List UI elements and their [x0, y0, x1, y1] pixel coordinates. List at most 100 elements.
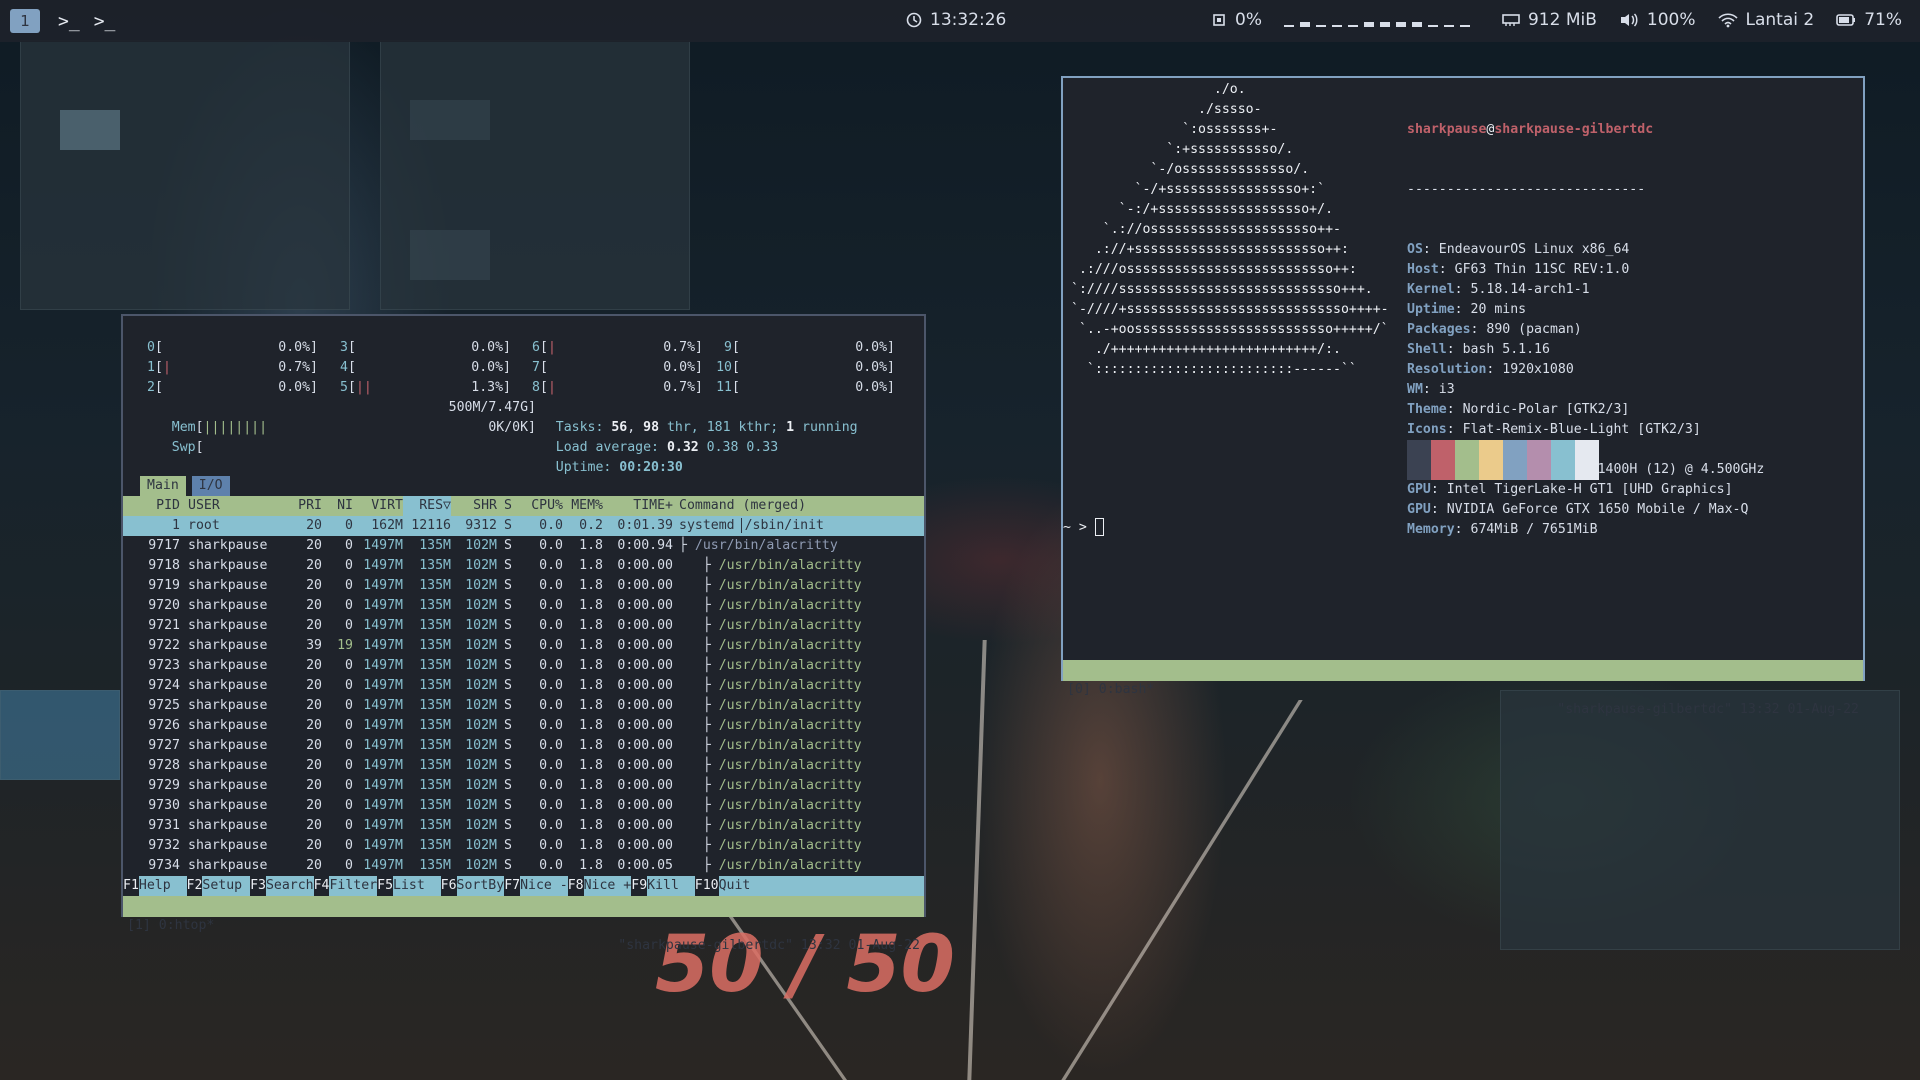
cell-virt: 1497M: [363, 798, 403, 813]
cell-shr: 102M: [465, 738, 497, 753]
cell-command: ├ /usr/bin/alacritty: [679, 678, 862, 693]
info-packages: Packages: 890 (pacman): [1407, 322, 1582, 337]
user-host: sharkpause@sharkpause-gilbertdc: [1407, 122, 1654, 137]
cpu-meter: 1[| 0.7%]: [133, 358, 318, 378]
fkey-f4[interactable]: F4 Filter: [313, 876, 378, 896]
col-state[interactable]: S: [504, 496, 516, 516]
cell-pid: 9727: [148, 738, 180, 753]
fkey-f10[interactable]: F10 Quit: [694, 876, 767, 896]
table-row[interactable]: 9734 sharkpause 20 0 1497M 135M 102M S 0.0 1.8 0:0…: [123, 856, 924, 876]
table-row[interactable]: 9720 sharkpause 20 0 1497M 135M 102M S 0.0 1.8 0:0…: [123, 596, 924, 616]
col-mem[interactable]: MEM%: [565, 496, 603, 516]
col-time[interactable]: TIME+: [607, 496, 673, 516]
cpu-value: 0.7%]: [278, 360, 318, 375]
col-pid[interactable]: PID: [123, 496, 180, 516]
table-row[interactable]: 9717 sharkpause 20 0 1497M 135M 102M S 0.0 1.8 0:0…: [123, 536, 924, 556]
terminal-icon[interactable]: >_: [58, 11, 80, 32]
cell-mem: 1.8: [579, 598, 603, 613]
neofetch-window[interactable]: ./o. ./sssso- `:osssssss+- `:+ssssssssss…: [1061, 76, 1865, 717]
cell-res: 135M: [419, 818, 451, 833]
cell-command: ├ /usr/bin/alacritty: [679, 698, 862, 713]
fkey-f1[interactable]: F1 Help: [123, 876, 187, 896]
cpu-value: 0.0%]: [278, 380, 318, 395]
fkey-f8[interactable]: F8 Nice +: [567, 876, 632, 896]
fkey-code: F8: [567, 876, 584, 896]
mem-bar: ||||||||: [203, 420, 268, 435]
wifi-status[interactable]: Lantai 2: [1717, 10, 1814, 30]
fkey-f3[interactable]: F3 Search: [250, 876, 314, 896]
col-virt[interactable]: VIRT: [355, 496, 403, 516]
cell-virt: 1497M: [363, 858, 403, 873]
cell-res: 135M: [419, 558, 451, 573]
col-user[interactable]: USER: [188, 496, 288, 516]
table-row[interactable]: 9722 sharkpause 39 19 1497M 135M 102M S 0.0 1.8 0:…: [123, 636, 924, 656]
table-row[interactable]: 9731 sharkpause 20 0 1497M 135M 102M S 0.0 1.8 0:0…: [123, 816, 924, 836]
table-row[interactable]: 9730 sharkpause 20 0 1497M 135M 102M S 0.0 1.8 0:0…: [123, 796, 924, 816]
cell-shr: 102M: [465, 718, 497, 733]
cell-ni: 0: [345, 558, 353, 573]
table-row[interactable]: 9725 sharkpause 20 0 1497M 135M 102M S 0.0 1.8 0:0…: [123, 696, 924, 716]
tab-io[interactable]: I/O: [191, 476, 230, 496]
table-row[interactable]: 1 root 20 0 162M 12116 9312 S 0.0 0.2 0:01.39 syste…: [123, 516, 924, 536]
cell-pid: 9719: [148, 578, 180, 593]
table-row[interactable]: 9719 sharkpause 20 0 1497M 135M 102M S 0.0 1.8 0:0…: [123, 576, 924, 596]
cell-mem: 0.2: [579, 518, 603, 533]
info-theme: Theme: Nordic-Polar [GTK2/3]: [1407, 402, 1630, 417]
table-row[interactable]: 9732 sharkpause 20 0 1497M 135M 102M S 0.0 1.8 0:0…: [123, 836, 924, 856]
fkey-label: Setup: [202, 876, 251, 896]
table-row[interactable]: 9724 sharkpause 20 0 1497M 135M 102M S 0.0 1.8 0:0…: [123, 676, 924, 696]
cell-user: sharkpause: [188, 718, 268, 733]
info-kernel: Kernel: 5.18.14-arch1-1: [1407, 282, 1590, 297]
table-row[interactable]: 9726 sharkpause 20 0 1497M 135M 102M S 0.0 1.8 0:0…: [123, 716, 924, 736]
color-swatch: [1407, 440, 1431, 480]
cpu-id: 9: [724, 340, 732, 355]
tmux-host-time: "sharkpause-gilbertdc" 13:32 01-Aug-22: [1557, 702, 1859, 717]
col-command[interactable]: Command (merged): [679, 496, 806, 516]
htop-window[interactable]: 0[0.0%] 3[0.0%] 6[| 0.7%] 9[0.0%] 1[| 0.7%] 4[0…: [121, 314, 926, 953]
fkey-f6[interactable]: F6 SortBy: [440, 876, 505, 896]
cpu-icon: [1213, 14, 1225, 26]
cell-shr: 102M: [465, 778, 497, 793]
col-shr[interactable]: SHR: [453, 496, 497, 516]
volume-status[interactable]: 100%: [1619, 10, 1696, 30]
cell-cpu: 0.0: [539, 658, 563, 673]
table-row[interactable]: 9721 sharkpause 20 0 1497M 135M 102M S 0.0 1.8 0:0…: [123, 616, 924, 636]
table-row[interactable]: 9728 sharkpause 20 0 1497M 135M 102M S 0.0 1.8 0:0…: [123, 756, 924, 776]
cell-ni: 0: [345, 818, 353, 833]
fkey-f2[interactable]: F2 Setup: [186, 876, 251, 896]
col-res[interactable]: RES▽: [403, 496, 451, 516]
fkey-f9[interactable]: F9 Kill: [631, 876, 695, 896]
tmux-window-label[interactable]: [1] 0:htop*: [127, 916, 214, 936]
wallpaper-building: [380, 40, 690, 310]
cell-cpu: 0.0: [539, 598, 563, 613]
fkey-f5[interactable]: F5 List: [377, 876, 441, 896]
table-row[interactable]: 9729 sharkpause 20 0 1497M 135M 102M S 0.0 1.8 0:0…: [123, 776, 924, 796]
cpu-id: 8: [532, 380, 540, 395]
cell-ni: 0: [345, 858, 353, 873]
fkey-f7[interactable]: F7 Nice -: [504, 876, 568, 896]
col-cpu[interactable]: CPU%: [518, 496, 563, 516]
terminal-alt-icon[interactable]: >_: [94, 11, 116, 32]
cell-time: 0:00.00: [617, 778, 673, 793]
cell-command: ├ /usr/bin/alacritty: [679, 778, 862, 793]
workspace-button[interactable]: 1: [10, 9, 40, 33]
cell-res: 135M: [419, 778, 451, 793]
table-row[interactable]: 9727 sharkpause 20 0 1497M 135M 102M S 0.0 1.8 0:0…: [123, 736, 924, 756]
table-row[interactable]: 9723 sharkpause 20 0 1497M 135M 102M S 0.0 1.8 0:0…: [123, 656, 924, 676]
col-ni[interactable]: NI: [323, 496, 353, 516]
col-pri[interactable]: PRI: [288, 496, 322, 516]
info-host: Host: GF63 Thin 11SC REV:1.0: [1407, 262, 1630, 277]
tab-main[interactable]: Main: [140, 476, 186, 496]
cpu-meter: 11[0.0%]: [710, 378, 895, 398]
cell-res: 135M: [419, 618, 451, 633]
cell-cpu: 0.0: [539, 538, 563, 553]
cpu-value: 0.0%]: [855, 340, 895, 355]
fkey-label: Nice -: [520, 876, 568, 896]
cell-res: 135M: [419, 758, 451, 773]
cell-command: ├ /usr/bin/alacritty: [679, 838, 862, 853]
cpu-id: 2: [147, 380, 155, 395]
shell-prompt[interactable]: ~ >: [1063, 518, 1104, 538]
table-row[interactable]: 9718 sharkpause 20 0 1497M 135M 102M S 0.0 1.8 0:0…: [123, 556, 924, 576]
tmux-window-label[interactable]: [0] 0:bash*: [1067, 680, 1154, 700]
cell-pri: 20: [306, 558, 322, 573]
